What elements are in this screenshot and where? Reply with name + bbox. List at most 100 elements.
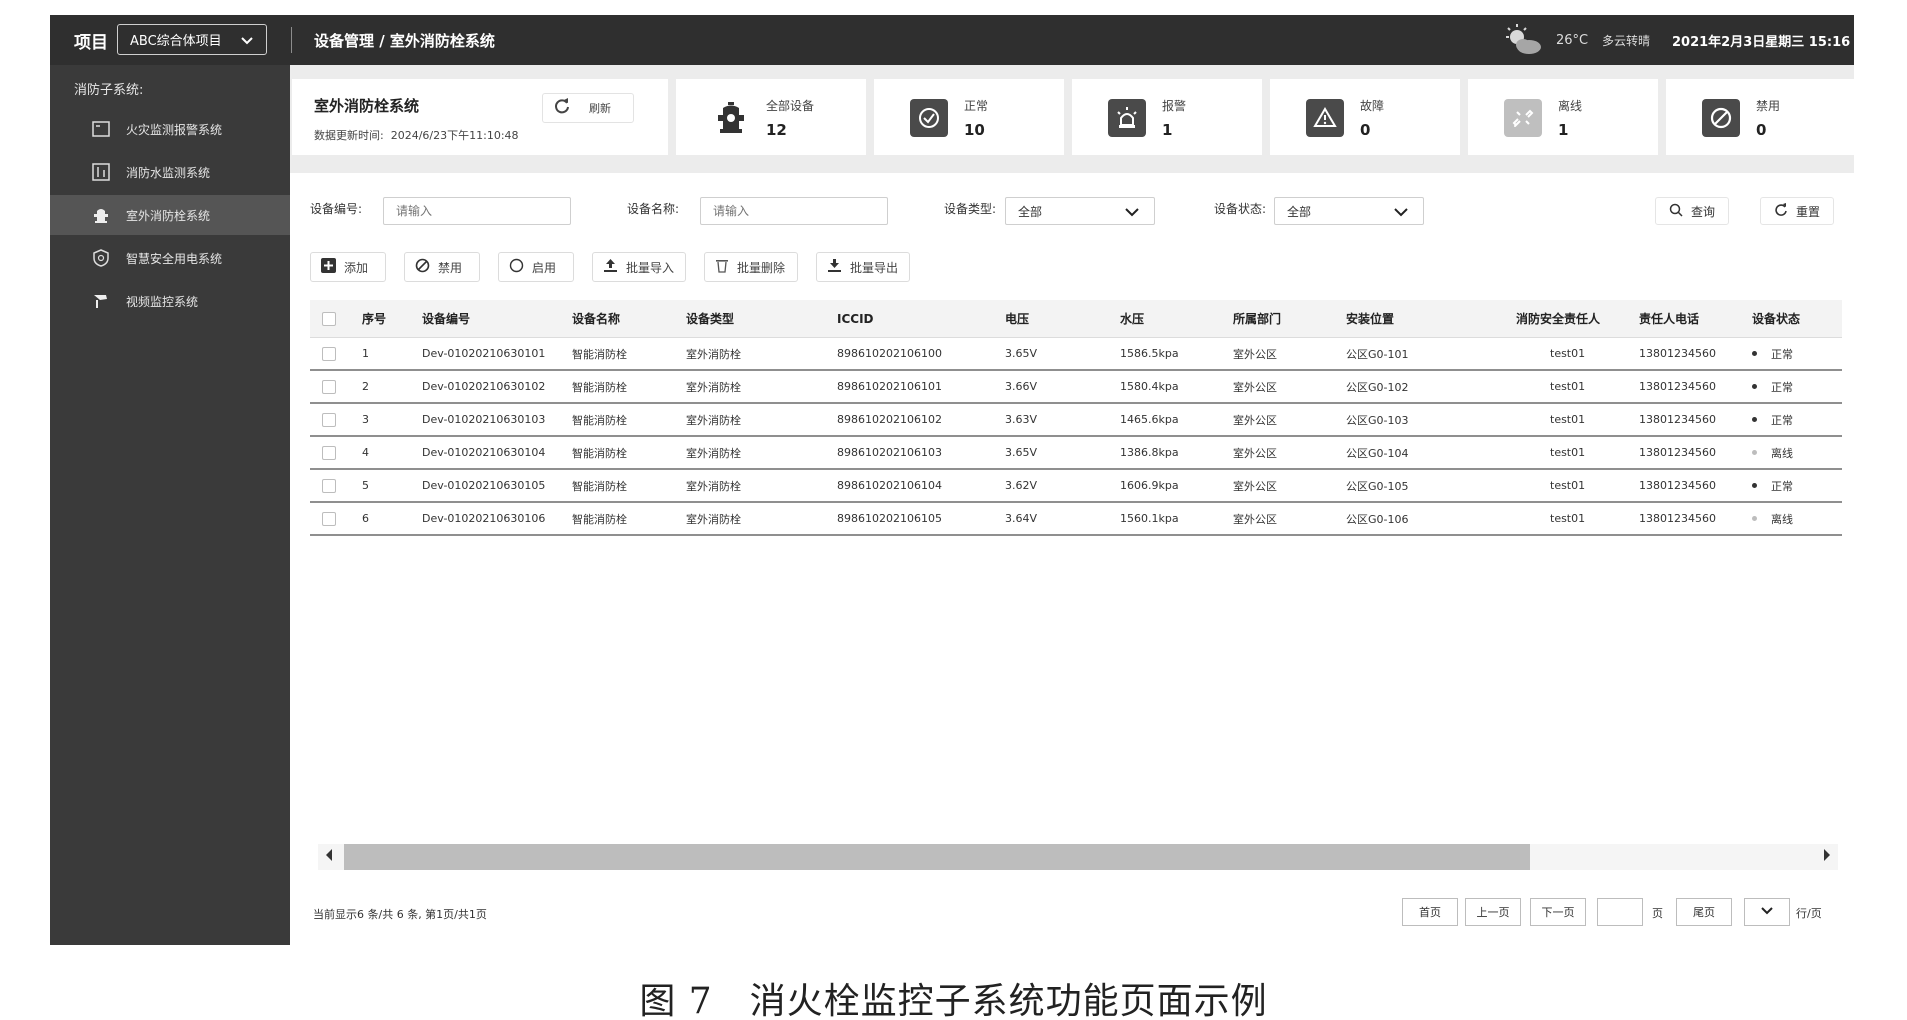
header-cell[interactable]: 消防安全责任人 (1516, 300, 1600, 337)
device-status-label: 设备状态: (1214, 202, 1267, 216)
stat-value: 0 (1756, 121, 1767, 139)
row-checkbox[interactable] (322, 470, 336, 501)
table-cell: 公区G0-101 (1346, 347, 1409, 361)
table-cell: 智能消防栓 (572, 446, 627, 460)
row-checkbox[interactable] (322, 437, 336, 468)
reset-label: 重置 (1795, 204, 1820, 219)
row-checkbox[interactable] (322, 503, 336, 534)
table-cell: test01 (1550, 446, 1586, 459)
enable-button[interactable]: 启用 (498, 252, 574, 282)
last-updated-label: 数据更新时间: (314, 129, 384, 142)
table-cell: 4 (362, 446, 369, 459)
topbar-divider (291, 27, 292, 53)
top-bar: 项目 ABC综合体项目 设备管理 / 室外消防栓系统 26°C 多云转晴 202… (50, 15, 1854, 65)
table-cell: 公区G0-106 (1346, 512, 1409, 526)
table-cell: 公区G0-103 (1346, 413, 1409, 427)
row-checkbox[interactable] (322, 371, 336, 402)
header-cell[interactable]: 水压 (1120, 300, 1144, 337)
row-checkbox[interactable] (322, 404, 336, 435)
device-name-input[interactable] (700, 197, 888, 225)
table-cell: 室外消防栓 (686, 380, 741, 394)
batch-import-button[interactable]: 批量导入 (592, 252, 686, 282)
search-button[interactable]: 查询 (1655, 197, 1729, 225)
header-cell[interactable]: 设备状态 (1752, 300, 1800, 337)
horizontal-scrollbar[interactable] (318, 844, 1838, 870)
header-cell[interactable]: 序号 (362, 300, 386, 337)
table-cell: 3.65V (1005, 446, 1038, 459)
chevron-down-icon (240, 30, 254, 54)
alarm-light-icon (1108, 99, 1146, 137)
project-select[interactable]: ABC综合体项目 (117, 24, 267, 55)
sidebar-item-video-surveillance[interactable]: 视频监控系统 (50, 281, 290, 321)
header-cell[interactable]: 责任人电话 (1639, 300, 1699, 337)
device-type-select[interactable]: 全部 (1005, 197, 1155, 225)
sidebar-item-fire-alarm[interactable]: 火灾监测报警系统 (50, 109, 290, 149)
camera-icon (92, 292, 110, 310)
scrollbar-thumb[interactable] (344, 844, 1530, 870)
sidebar: 消防子系统: 火灾监测报警系统 消防水监测系统 室外消防栓系统 智慧安全用电系统… (50, 65, 290, 945)
page-number-input[interactable] (1597, 898, 1643, 926)
stat-card-disabled: 禁用 0 (1666, 79, 1856, 155)
status-cell: 正常 (1752, 404, 1793, 435)
page-size-select[interactable] (1744, 898, 1790, 926)
table-cell: 公区G0-105 (1346, 479, 1409, 493)
weather-text: 多云转晴 (1602, 33, 1651, 48)
last-page-button[interactable]: 尾页 (1676, 898, 1732, 926)
first-page-button[interactable]: 首页 (1402, 898, 1458, 926)
status-cell: 正常 (1752, 470, 1793, 501)
table-cell: 2 (362, 380, 369, 393)
disable-button[interactable]: 禁用 (404, 252, 480, 282)
sidebar-item-label: 火灾监测报警系统 (126, 122, 223, 137)
header-cell[interactable]: 电压 (1005, 300, 1029, 337)
header-cell[interactable]: 所属部门 (1233, 300, 1281, 337)
table-row[interactable]: 5 Dev-01020210630105 智能消防栓 室外消防栓 89861020210… (310, 470, 1842, 503)
table-row[interactable]: 6 Dev-01020210630106 智能消防栓 室外消防栓 89861020210… (310, 503, 1842, 536)
prev-page-button[interactable]: 上一页 (1465, 898, 1521, 926)
table-cell: 898610202106105 (837, 512, 942, 525)
page-unit-label: 页 (1652, 907, 1663, 920)
chevron-down-icon (1124, 201, 1140, 225)
header-cell[interactable]: 设备编号 (422, 300, 470, 337)
table-cell: 室外公区 (1233, 413, 1277, 427)
header-cell[interactable]: 安装位置 (1346, 300, 1394, 337)
plus-square-icon (321, 258, 336, 276)
batch-export-button[interactable]: 批量导出 (816, 252, 910, 282)
stat-value: 10 (964, 121, 985, 139)
pagination-info: 当前显示6 条/共 6 条, 第1页/共1页 (313, 908, 487, 921)
stat-value: 1 (1162, 121, 1173, 139)
table-cell: 898610202106102 (837, 413, 942, 426)
table-row[interactable]: 2 Dev-01020210630102 智能消防栓 室外消防栓 89861020210… (310, 371, 1842, 404)
table-cell: 1465.6kpa (1120, 413, 1179, 426)
table-cell: 室外公区 (1233, 479, 1277, 493)
table-row[interactable]: 4 Dev-01020210630104 智能消防栓 室外消防栓 89861020210… (310, 437, 1842, 470)
header-cell[interactable]: 设备类型 (686, 300, 734, 337)
batch-delete-button[interactable]: 批量删除 (704, 252, 798, 282)
status-dot (1752, 384, 1757, 389)
batch-delete-label: 批量删除 (737, 260, 786, 275)
refresh-button[interactable]: 刷新 (542, 93, 634, 123)
table-row[interactable]: 1 Dev-01020210630101 智能消防栓 室外消防栓 89861020210… (310, 338, 1842, 371)
stat-label: 故障 (1360, 99, 1385, 113)
sidebar-item-water-monitor[interactable]: 消防水监测系统 (50, 152, 290, 192)
reset-icon (1774, 202, 1788, 220)
stat-value: 0 (1360, 121, 1371, 139)
select-all-checkbox[interactable] (322, 300, 336, 337)
row-checkbox[interactable] (322, 338, 336, 369)
device-no-input[interactable] (383, 197, 571, 225)
last-updated: 数据更新时间: 2024/6/23下午11:10:48 (314, 127, 519, 143)
disable-label: 禁用 (438, 260, 463, 275)
reset-button[interactable]: 重置 (1760, 197, 1834, 225)
device-status-select[interactable]: 全部 (1274, 197, 1424, 225)
scroll-right-icon[interactable] (1822, 848, 1832, 866)
scroll-left-icon[interactable] (324, 848, 334, 866)
check-circle-icon (910, 99, 948, 137)
header-cell[interactable]: ICCID (837, 300, 874, 337)
table-cell: 898610202106101 (837, 380, 942, 393)
header-cell[interactable]: 设备名称 (572, 300, 620, 337)
sidebar-item-smart-electric[interactable]: 智慧安全用电系统 (50, 238, 290, 278)
sidebar-item-outdoor-hydrant[interactable]: 室外消防栓系统 (50, 195, 290, 235)
add-button[interactable]: 添加 (310, 252, 386, 282)
table-cell: 3.65V (1005, 347, 1038, 360)
next-page-button[interactable]: 下一页 (1530, 898, 1586, 926)
table-row[interactable]: 3 Dev-01020210630103 智能消防栓 室外消防栓 89861020210… (310, 404, 1842, 437)
